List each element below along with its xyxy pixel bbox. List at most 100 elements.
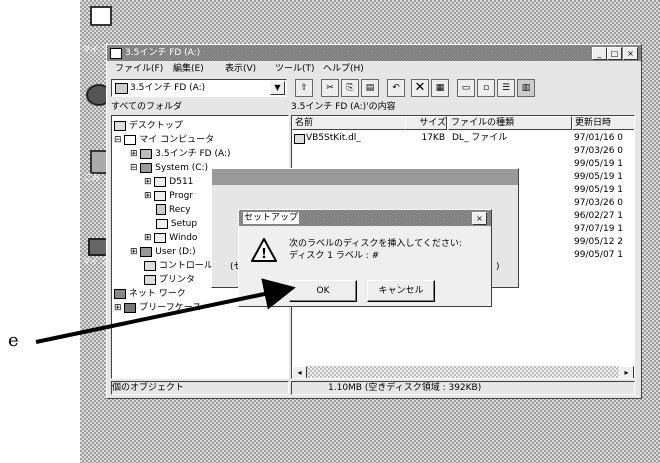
briefcase-icon (124, 302, 137, 313)
tree-item-network[interactable]: ネット ワーク (114, 288, 186, 302)
hard-drive-icon (140, 246, 153, 257)
setup-dialog-titlebar[interactable]: セットアップ × (239, 210, 491, 226)
minimize-button[interactable]: _ (592, 47, 607, 60)
floppy-drive-icon (140, 148, 153, 159)
file-date: 99/05/12 2 (574, 237, 624, 247)
folder-icon (154, 232, 167, 243)
horizontal-scrollbar[interactable]: ◂ ▸ (292, 366, 634, 378)
file-date: 96/02/27 1 (574, 211, 624, 221)
file-date: 97/03/26 0 (574, 146, 624, 156)
drive-icon (110, 48, 122, 59)
background-dialog-titlebar[interactable] (212, 169, 518, 185)
large-icons-view-icon[interactable]: ▭ (457, 79, 475, 97)
ok-button[interactable]: OK (289, 280, 357, 302)
address-combo[interactable]: 3.5インチ FD (A:) ▼ (111, 79, 287, 97)
svg-text:!: ! (261, 247, 267, 262)
menu-help[interactable]: ヘルプ(H) (323, 63, 364, 75)
dialog-close-button[interactable]: × (472, 212, 487, 225)
toolbar: 3.5インチ FD (A:) ▼ ⇧ ✂ ⎘ ▤ ↶ ✕ ▦ ▭ ▫ ☰ ▥ (107, 77, 641, 99)
tree-item-briefcase[interactable]: ⊞ ブリーフケース (114, 302, 201, 316)
tree-item-floppy[interactable]: ⊞ 3.5インチ FD (A:) (130, 148, 231, 162)
tree-item-control-panel[interactable]: コントロール (144, 260, 213, 274)
explorer-title: 3.5インチ FD (A:) (125, 48, 201, 58)
tree-item-recycled[interactable]: Recy (156, 204, 191, 218)
cut-icon[interactable]: ✂ (321, 79, 339, 97)
setup-dialog: セットアップ × ! 次のラベルのディスクを挿入してください: ディスク 1 ラ… (238, 209, 492, 307)
status-left: 個のオブジェクト (111, 381, 289, 395)
file-date: 97/01/16 0 (574, 133, 624, 143)
tree-item-printers[interactable]: プリンタ (144, 274, 195, 288)
chevron-down-icon[interactable]: ▼ (270, 81, 285, 95)
content-pane-header: 3.5インチ FD (A:)'の内容 (291, 102, 396, 112)
setup-dialog-title: セットアップ (243, 212, 300, 224)
list-view-icon[interactable]: ☰ (497, 79, 515, 97)
details-view-icon[interactable]: ▥ (517, 79, 535, 97)
tree-item-windows[interactable]: ⊞ Windo (144, 232, 197, 246)
annotation-label: e (8, 330, 19, 351)
column-type[interactable]: ファイルの種類 (448, 116, 572, 130)
address-text: 3.5インチ FD (A:) (130, 83, 206, 93)
background-dialog-text-right: ) (496, 262, 500, 272)
recycle-bin-icon (156, 204, 166, 215)
scroll-left-icon[interactable]: ◂ (292, 366, 307, 378)
file-name: VB5StKit.dl_ (306, 133, 361, 143)
scroll-right-icon[interactable]: ▸ (619, 366, 634, 378)
file-list-header: 名前 サイズ ファイルの種類 更新日時 (292, 116, 634, 130)
tree-item-my-computer[interactable]: ⊟ マイ コンピュータ (114, 134, 214, 148)
file-date: 97/03/26 0 (574, 198, 624, 208)
floppy-icon (115, 83, 128, 94)
tree-pane-header: すべてのフォルダ (111, 102, 183, 112)
tree-item-setup[interactable]: Setup (156, 218, 197, 232)
desktop-icon-label: マイ ブ (82, 257, 109, 266)
small-icons-view-icon[interactable]: ▫ (477, 79, 495, 97)
dialog-message-line2: ディスク 1 ラベル : # (289, 251, 380, 261)
file-date: 97/07/19 1 (574, 224, 624, 234)
delete-icon[interactable]: ✕ (411, 79, 429, 97)
network-icon (114, 288, 126, 299)
computer-icon (124, 134, 137, 145)
paste-icon[interactable]: ▤ (361, 79, 379, 97)
folder-icon (154, 190, 167, 201)
tree-item-desktop[interactable]: デスクトップ (114, 120, 183, 134)
close-button[interactable]: × (623, 47, 638, 60)
file-type: DL_ ファイル (452, 133, 508, 143)
menu-tools[interactable]: ツール(T) (275, 63, 315, 75)
desktop-icon-label: ごみ (84, 173, 100, 182)
column-size[interactable]: サイズ (405, 116, 447, 130)
tree-item-program-files[interactable]: ⊞ Progr (144, 190, 193, 204)
up-folder-icon[interactable]: ⇧ (295, 79, 313, 97)
tree-item-system-c[interactable]: ⊟ System (C:) (130, 162, 208, 176)
hard-drive-icon (140, 162, 153, 173)
undo-icon[interactable]: ↶ (387, 79, 405, 97)
table-row[interactable]: VB5StKit.dl_ 17KB DL_ ファイル 97/01/16 0 (292, 132, 634, 145)
file-date: 99/05/07 1 (574, 250, 624, 260)
properties-icon[interactable]: ▦ (431, 79, 449, 97)
column-date[interactable]: 更新日時 (572, 116, 634, 130)
folder-icon (156, 218, 168, 229)
tree-item-d511[interactable]: ⊞ D511 (144, 176, 193, 190)
file-date: 99/05/19 1 (574, 185, 624, 195)
menu-edit[interactable]: 編集(E) (173, 63, 204, 75)
menu-file[interactable]: ファイル(F) (115, 63, 163, 75)
file-icon (294, 134, 305, 144)
status-right: 1.10MB (空きディスク領域 : 392KB) (291, 381, 635, 395)
maximize-button[interactable]: □ (607, 47, 622, 60)
table-row[interactable]: 97/03/26 0 (292, 145, 634, 158)
file-date: 99/05/19 1 (574, 172, 624, 182)
menu-view[interactable]: 表示(V) (225, 63, 256, 75)
desktop-folder-icon (114, 120, 126, 131)
control-panel-icon (144, 260, 156, 271)
dialog-message-line1: 次のラベルのディスクを挿入してください: (289, 239, 462, 249)
file-date: 99/05/19 1 (574, 159, 624, 169)
menu-bar: ファイル(F) 編集(E) 表示(V) ツール(T) ヘルプ(H) (107, 61, 641, 77)
explorer-titlebar[interactable]: 3.5インチ FD (A:) _ □ × (107, 45, 641, 61)
tree-item-user-d[interactable]: ⊞ User (D:) (130, 246, 196, 260)
printer-icon (144, 274, 156, 285)
file-size: 17KB (421, 133, 445, 143)
column-name[interactable]: 名前 (292, 116, 406, 130)
copy-icon[interactable]: ⎘ (341, 79, 359, 97)
warning-icon: ! (251, 238, 277, 262)
cancel-button[interactable]: キャンセル (367, 280, 435, 302)
computer-icon (90, 6, 112, 26)
folder-icon (154, 176, 167, 187)
